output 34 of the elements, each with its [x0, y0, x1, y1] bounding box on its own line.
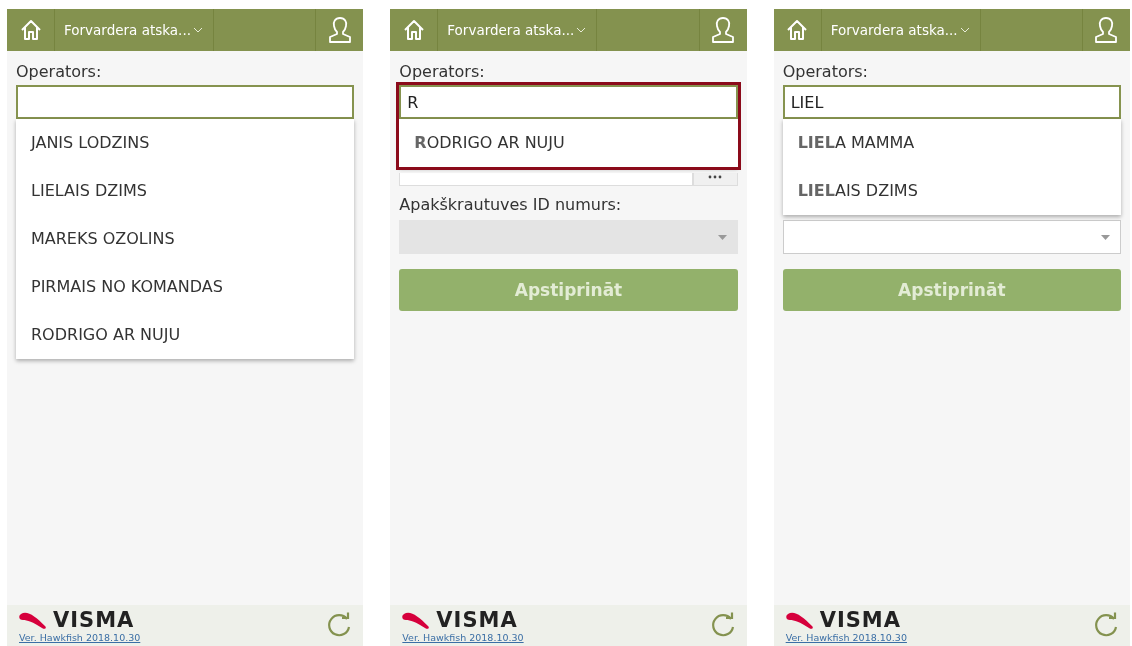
suggestion-item[interactable]: LIELAIS DZIMS	[16, 167, 355, 215]
more-button[interactable]	[692, 173, 738, 186]
suggestion-item[interactable]: RODRIGO AR NUJU	[399, 119, 738, 167]
suggestion-item[interactable]: MAREKS OZOLINS	[16, 215, 355, 263]
field-label: Apakškrautuves ID numurs:	[399, 195, 622, 214]
version-link[interactable]: Ver. Hawkfish 2018.10.30	[402, 632, 524, 643]
operator-input[interactable]: LIEL	[782, 85, 1121, 119]
logo-text: VISMA	[53, 609, 135, 631]
ellipsis-icon	[708, 175, 723, 179]
version-link[interactable]: Ver. Hawkfish 2018.10.30	[19, 632, 141, 643]
field-label: Operators:	[399, 61, 486, 83]
operator-input[interactable]: R	[399, 85, 738, 119]
user-icon	[326, 16, 353, 44]
suggestion-item[interactable]: LIELA MAMMA	[782, 119, 1121, 167]
field-label: Operators:	[16, 61, 103, 83]
operator-input[interactable]	[16, 85, 355, 119]
caret-icon	[1101, 234, 1110, 240]
logo-text: VISMA	[436, 609, 518, 631]
logo-text: VISMA	[819, 609, 901, 631]
chevron-down-icon	[959, 26, 970, 34]
suggestion-item[interactable]: RODRIGO AR NUJU	[16, 311, 355, 359]
logo-swoosh-icon	[19, 610, 49, 630]
logo-swoosh-icon	[785, 610, 816, 630]
chevron-down-icon	[576, 26, 587, 34]
suggestion-item[interactable]: JANIS LODZINS	[16, 119, 355, 167]
lookup-field[interactable]	[399, 173, 693, 186]
field-label: Operators:	[782, 61, 869, 83]
caret-icon	[717, 234, 727, 240]
user-icon	[1093, 16, 1120, 44]
chevron-down-icon	[193, 26, 203, 34]
suggestion-item[interactable]: LIELAIS DZIMS	[782, 167, 1121, 215]
suggestion-item[interactable]: PIRMAIS NO KOMANDAS	[16, 263, 355, 311]
user-icon	[710, 16, 737, 44]
version-link[interactable]: Ver. Hawkfish 2018.10.30	[785, 632, 907, 643]
